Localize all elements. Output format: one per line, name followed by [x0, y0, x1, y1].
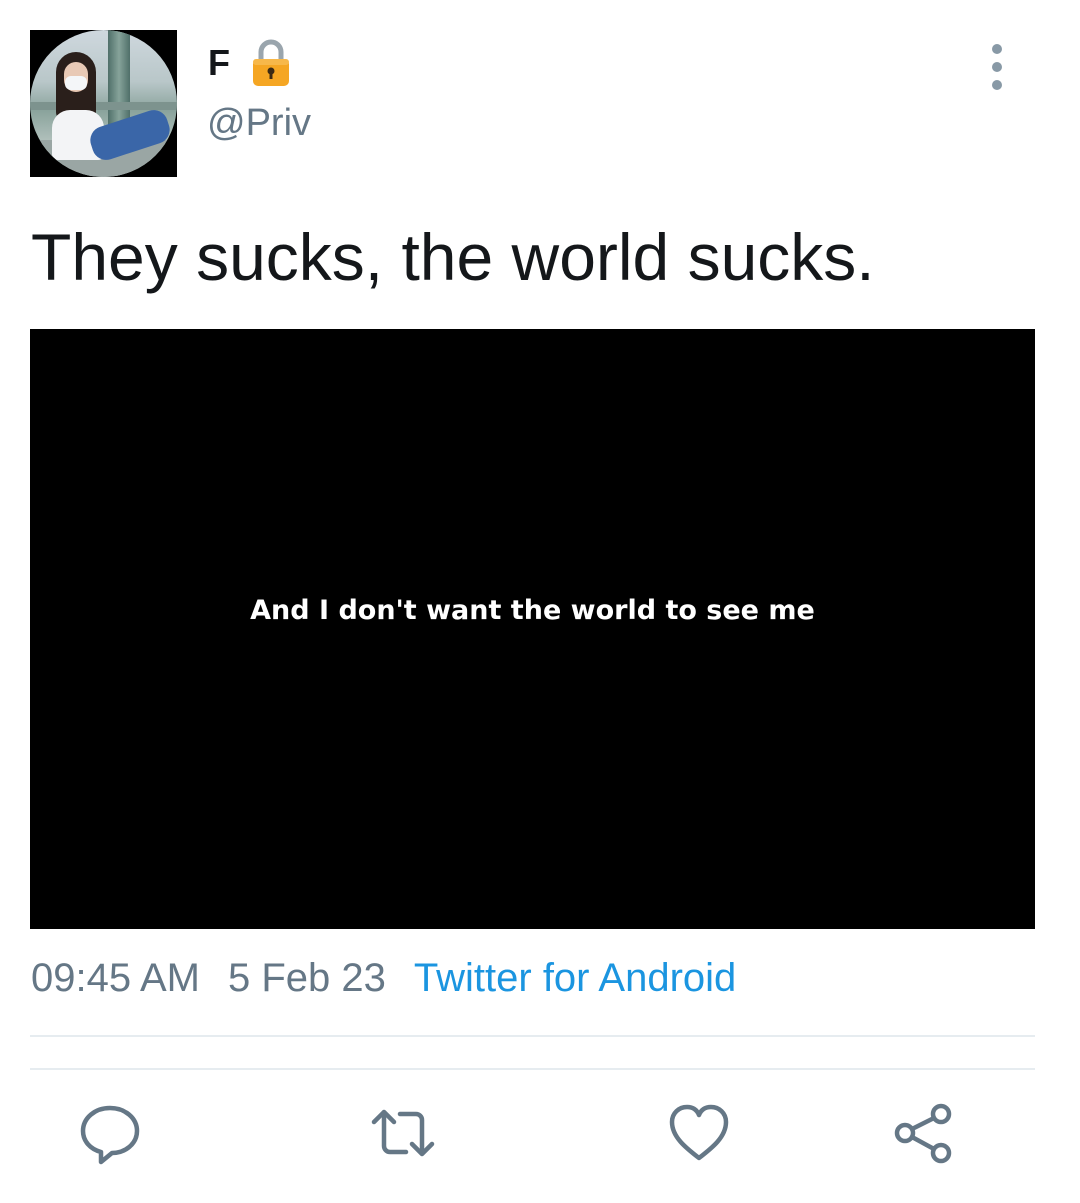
- user-handle[interactable]: @Priv: [207, 98, 311, 148]
- reply-icon: [80, 1105, 140, 1165]
- like-button[interactable]: [666, 1100, 732, 1166]
- share-icon: [894, 1103, 952, 1164]
- divider: [30, 1035, 1035, 1037]
- tweet-metadata: 09:45 AM 5 Feb 23 Twitter for Android: [31, 950, 736, 1006]
- like-icon: [669, 1104, 729, 1161]
- reply-button[interactable]: [77, 1100, 143, 1166]
- more-options-icon[interactable]: [982, 40, 1012, 96]
- tweet-date: 5 Feb 23: [228, 956, 386, 1000]
- share-button[interactable]: [890, 1100, 956, 1166]
- lock-icon: [253, 39, 289, 86]
- profile-photo: [30, 30, 177, 177]
- retweet-icon: [371, 1109, 435, 1157]
- tweet-source-link[interactable]: Twitter for Android: [414, 956, 736, 1000]
- tweet-time: 09:45 AM: [31, 956, 201, 1000]
- avatar[interactable]: [30, 30, 177, 177]
- video-player[interactable]: And I don't want the world to see me: [30, 329, 1035, 929]
- divider: [30, 1068, 1035, 1070]
- video-caption: And I don't want the world to see me: [250, 595, 815, 626]
- retweet-button[interactable]: [370, 1100, 436, 1166]
- tweet-text: They sucks, the world sucks.: [31, 220, 875, 294]
- display-name[interactable]: F: [208, 38, 230, 88]
- tweet-detail: F @Priv They sucks, the world sucks. And…: [0, 0, 1080, 1203]
